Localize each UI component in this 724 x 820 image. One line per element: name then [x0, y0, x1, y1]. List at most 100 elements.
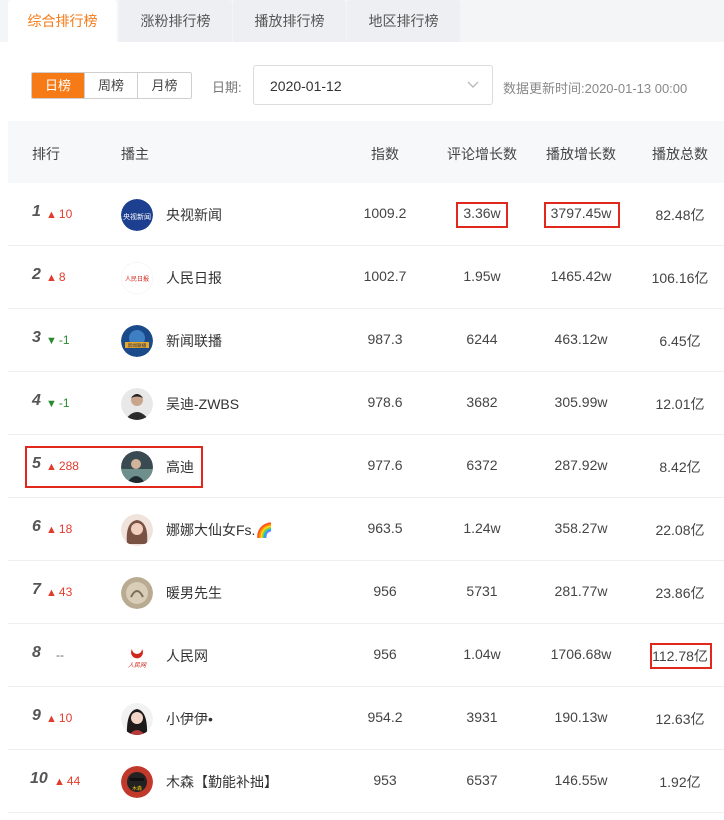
comment-growth-value: 6372 [466, 457, 498, 473]
tab-overall-ranking[interactable]: 综合排行榜 [8, 0, 117, 42]
header-play-growth[interactable]: 播放增长数 [531, 144, 631, 164]
period-monthly-button[interactable]: 月榜 [138, 73, 191, 98]
header-rank: 排行 [32, 146, 60, 162]
chevron-down-icon [467, 81, 479, 88]
comment-growth-value: 6537 [466, 772, 498, 788]
table-row[interactable]: 6 ▲ 18 娜娜大仙女Fs.🌈 963.5 1.24w 358.27w 22.0… [8, 498, 724, 561]
play-total-value: 12.01亿 [655, 396, 705, 412]
index-value: 953 [373, 772, 397, 788]
rank-change-value: 18 [58, 522, 73, 536]
play-growth-value: 463.12w [554, 331, 608, 347]
period-weekly-button[interactable]: 周榜 [85, 73, 138, 98]
table-row[interactable]: 7 ▲ 43 暖男先生 956 5731 281.77w 23.86亿 [8, 561, 724, 624]
rank-change: ▲ 10 [46, 711, 72, 725]
avatar-text: 央视新闻 [123, 212, 151, 221]
rank-change-value: 10 [58, 207, 73, 221]
avatar-cctv-news[interactable]: 央视新闻 [121, 199, 153, 231]
table-row[interactable]: 10 ▲ 44 木森 木森【勤能补拙】 953 6537 146.55w 1.92… [8, 750, 724, 813]
avatar-musen[interactable]: 木森 [121, 766, 153, 798]
comment-growth-value: 1.95w [463, 268, 501, 284]
rank-change-value: -1 [58, 396, 70, 410]
table-row[interactable]: 8 -- 人民网 人民网 956 1.04w 1706.68w 112.78亿 [8, 624, 724, 687]
index-value: 956 [373, 646, 397, 662]
date-value: 2020-01-12 [270, 78, 342, 94]
play-total-value: 82.48亿 [655, 207, 705, 223]
index-value: 978.6 [367, 394, 403, 410]
play-total-value: 12.63亿 [655, 711, 705, 727]
highlight-box [25, 446, 203, 488]
arrow-down-icon: ▼ [46, 335, 57, 347]
rank-change-value: 43 [58, 585, 73, 599]
header-index[interactable]: 指数 [345, 144, 425, 164]
table-row[interactable]: 3 ▼ -1 新闻联播 新闻联播 987.3 6244 463.12w 6.45亿 [8, 309, 724, 372]
index-value: 1002.7 [363, 268, 407, 284]
period-daily-button[interactable]: 日榜 [32, 73, 85, 98]
avatar-news-broadcast[interactable]: 新闻联播 [121, 325, 153, 357]
index-value: 1009.2 [363, 205, 407, 221]
host-name[interactable]: 暖男先生 [166, 583, 222, 603]
header-comment-growth[interactable]: 评论增长数 [437, 144, 527, 164]
host-name[interactable]: 小伊伊• [166, 709, 213, 729]
rank-number: 6 [32, 518, 41, 535]
arrow-up-icon: ▲ [46, 272, 57, 284]
comment-growth-value: 1.24w [463, 520, 501, 536]
table-header: 排行 播主 指数 评论增长数 播放增长数 播放总数 [8, 121, 724, 183]
rank-change-value: -1 [58, 333, 70, 347]
rank-number: 10 [30, 770, 48, 787]
table-row[interactable]: 2 ▲ 8 人民日报 人民日报 1002.7 1.95w 1465.42w 106… [8, 246, 724, 309]
rank-number: 7 [32, 581, 41, 598]
avatar-text: 人民网 [128, 661, 147, 669]
header-play-total[interactable]: 播放总数 [640, 144, 720, 164]
rank-change-value: 44 [66, 774, 81, 788]
arrow-up-icon: ▲ [46, 209, 57, 221]
period-switch: 日榜 周榜 月榜 [31, 72, 192, 99]
play-total-value: 6.45亿 [659, 333, 701, 349]
play-total-value: 1.92亿 [659, 774, 701, 790]
host-name[interactable]: 木森【勤能补拙】 [166, 772, 278, 792]
avatar-xiaoyiyi[interactable] [121, 703, 153, 735]
table-row[interactable]: 4 ▼ -1 吴迪-ZWBS 978.6 3682 305.99w 12.01亿 [8, 372, 724, 435]
comment-growth-value: 3931 [466, 709, 498, 725]
host-name[interactable]: 新闻联播 [166, 331, 222, 351]
host-name[interactable]: 人民日报 [166, 268, 222, 288]
avatar-people-net[interactable]: 人民网 [121, 640, 153, 672]
rank-number: 3 [32, 329, 41, 346]
index-value: 987.3 [367, 331, 403, 347]
comment-growth-value: 1.04w [463, 646, 501, 662]
play-growth-value: 1465.42w [550, 268, 612, 284]
date-picker[interactable]: 2020-01-12 [253, 65, 493, 105]
rank-change-value: 8 [58, 270, 66, 284]
table-row[interactable]: 9 ▲ 10 小伊伊• 954.2 3931 190.13w 12.63亿 [8, 687, 724, 750]
avatar-warm-man[interactable] [121, 577, 153, 609]
play-growth-value: 146.55w [554, 772, 608, 788]
host-name[interactable]: 吴迪-ZWBS [166, 394, 239, 414]
arrow-up-icon: ▲ [46, 524, 57, 536]
highlight-box [544, 202, 620, 228]
avatar-peoples-daily[interactable]: 人民日报 [121, 262, 153, 294]
ranking-tabs: 综合排行榜 涨粉排行榜 播放排行榜 地区排行榜 [0, 0, 724, 42]
date-label: 日期: [212, 80, 242, 95]
avatar-text: 木森 [132, 785, 142, 792]
play-growth-value: 358.27w [554, 520, 608, 536]
play-growth-value: 287.92w [554, 457, 608, 473]
avatar-nana[interactable] [121, 514, 153, 546]
host-name[interactable]: 娜娜大仙女Fs.🌈 [166, 520, 273, 540]
tab-region-ranking[interactable]: 地区排行榜 [347, 0, 460, 42]
play-growth-value: 305.99w [554, 394, 608, 410]
index-value: 954.2 [367, 709, 403, 725]
rank-change: -- [56, 648, 64, 662]
tab-follower-growth-ranking[interactable]: 涨粉排行榜 [119, 0, 232, 42]
comment-growth-value: 5731 [466, 583, 498, 599]
index-value: 956 [373, 583, 397, 599]
play-growth-value: 281.77w [554, 583, 608, 599]
host-name[interactable]: 央视新闻 [166, 205, 222, 225]
avatar-wudi[interactable] [121, 388, 153, 420]
play-total-value: 8.42亿 [659, 459, 701, 475]
tab-play-ranking[interactable]: 播放排行榜 [233, 0, 346, 42]
host-name[interactable]: 人民网 [166, 646, 208, 666]
play-total-value: 106.16亿 [651, 270, 709, 286]
rank-change-value: 10 [58, 711, 73, 725]
arrow-up-icon: ▲ [46, 713, 57, 725]
rank-change: ▲ 18 [46, 522, 72, 536]
comment-growth-value: 3682 [466, 394, 498, 410]
